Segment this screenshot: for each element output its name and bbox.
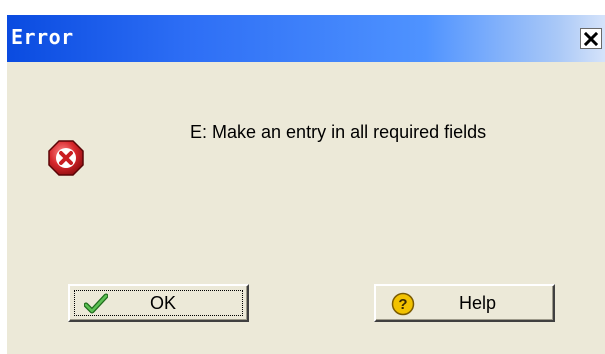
dialog-body: E: Make an entry in all required fields … [7, 62, 605, 354]
close-icon [584, 31, 598, 46]
error-icon [48, 140, 84, 176]
help-button[interactable]: ? Help [374, 284, 555, 322]
close-button[interactable] [580, 28, 602, 49]
help-icon: ? [391, 292, 415, 316]
ok-button[interactable]: OK [68, 284, 249, 322]
error-dialog: Error E: Make an entry in all required f… [7, 15, 605, 354]
checkmark-icon [84, 293, 108, 314]
title-bar[interactable]: Error [7, 15, 605, 62]
help-button-label: Help [459, 293, 497, 313]
error-message: E: Make an entry in all required fields [190, 122, 487, 142]
window-title: Error [11, 25, 74, 49]
svg-text:?: ? [398, 296, 407, 313]
ok-button-label: OK [150, 293, 177, 313]
